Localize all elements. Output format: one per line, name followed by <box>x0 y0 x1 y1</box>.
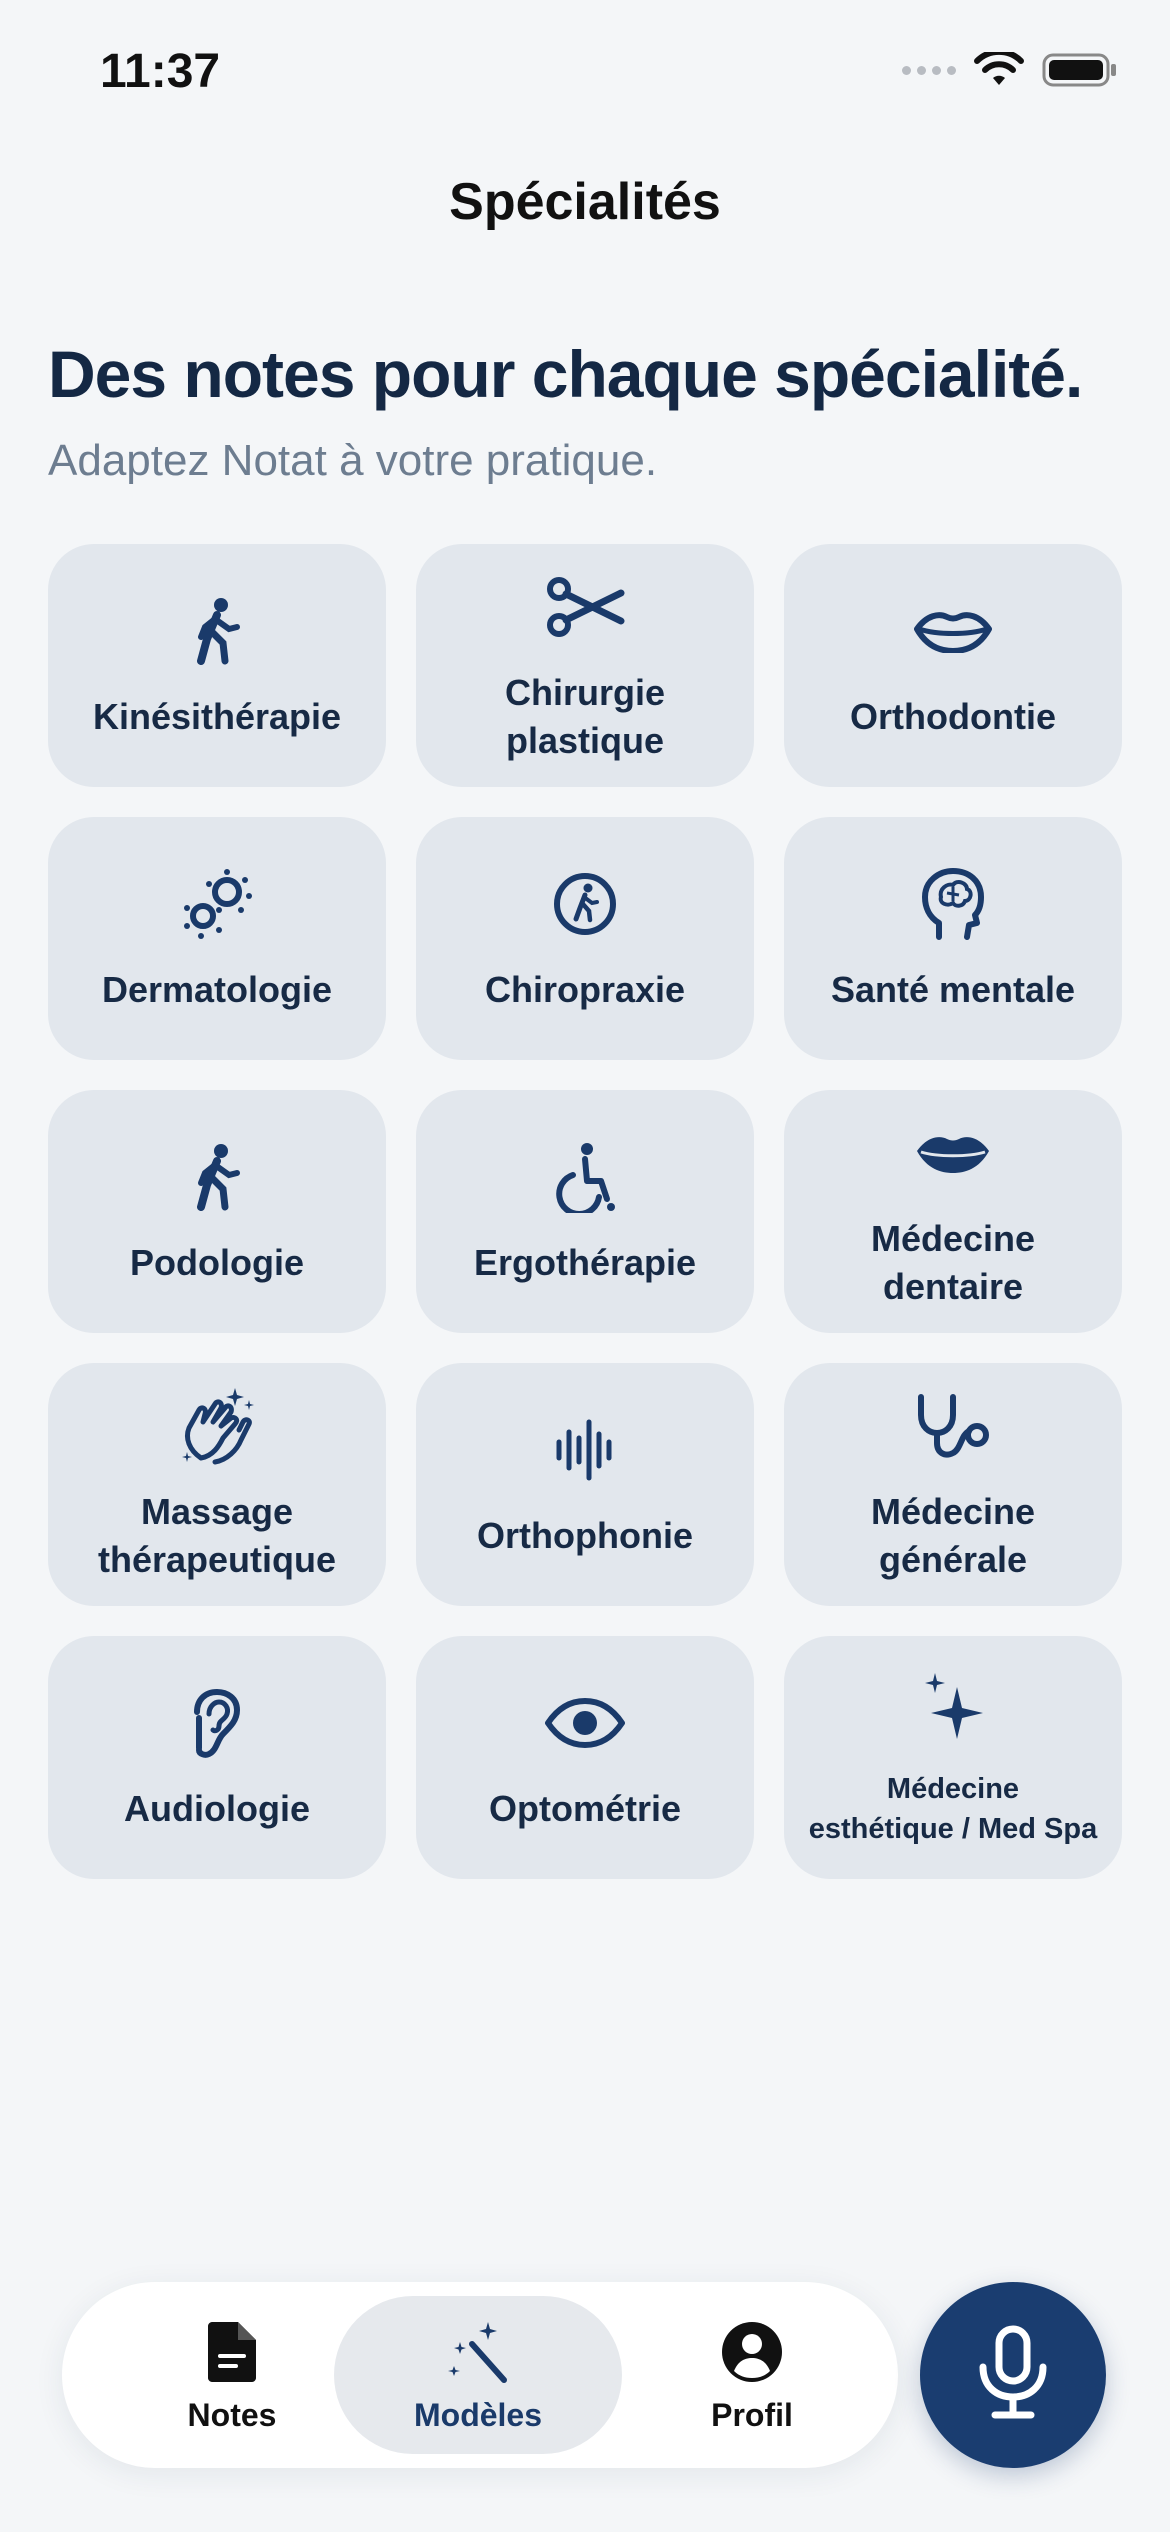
specialty-card-optometrie[interactable]: Optométrie <box>416 1636 754 1879</box>
specialty-label: Chiropraxie <box>484 968 686 1010</box>
lips-outline-icon <box>913 591 993 671</box>
scissors-icon <box>545 567 625 647</box>
specialty-card-orthophonie[interactable]: Orthophonie <box>416 1363 754 1606</box>
specialty-label: Orthodontie <box>850 695 1056 737</box>
document-icon <box>206 2317 258 2387</box>
specialty-label: Massage thérapeutique <box>97 1490 337 1580</box>
status-time: 11:37 <box>100 45 221 98</box>
battery-icon <box>1042 52 1118 88</box>
headline: Des notes pour chaque spécialité. <box>48 337 1083 411</box>
specialty-card-podologie[interactable]: Podologie <box>48 1090 386 1333</box>
walking-person-icon <box>187 591 247 671</box>
brain-head-icon <box>921 864 985 944</box>
specialty-label: Médecine générale <box>870 1490 1036 1580</box>
specialty-card-medecine-generale[interactable]: Médecine générale <box>784 1363 1122 1606</box>
status-bar: 11:37 <box>0 0 1170 150</box>
tab-profil[interactable]: Profil <box>652 2296 852 2454</box>
specialty-card-massage-therapeutique[interactable]: Massage thérapeutique <box>48 1363 386 1606</box>
walking-person-icon <box>187 1137 247 1217</box>
eye-icon <box>544 1683 626 1763</box>
tab-modeles[interactable]: Modèles <box>334 2296 622 2454</box>
cellular-signal-icon <box>902 65 956 75</box>
person-circle-icon <box>721 2317 783 2387</box>
specialty-grid: Kinésithérapie Chirurgie plastique Ortho… <box>48 544 1122 1879</box>
waveform-icon <box>553 1410 617 1490</box>
ear-icon <box>191 1683 243 1763</box>
tab-label: Profil <box>711 2396 793 2433</box>
specialty-label: Médecine dentaire <box>870 1217 1036 1307</box>
specialty-card-sante-mentale[interactable]: Santé mentale <box>784 817 1122 1060</box>
tab-label: Notes <box>187 2396 277 2433</box>
specialty-label: Optométrie <box>488 1787 682 1829</box>
specialty-card-medecine-dentaire[interactable]: Médecine dentaire <box>784 1090 1122 1333</box>
sparkles-icon <box>921 1667 985 1747</box>
specialty-label: Dermatologie <box>101 968 333 1010</box>
specialty-card-dermatologie[interactable]: Dermatologie <box>48 817 386 1060</box>
wheelchair-icon <box>553 1137 617 1217</box>
tab-bar: Notes Modèles Profil <box>62 2282 898 2468</box>
specialty-label: Santé mentale <box>830 968 1076 1010</box>
specialty-card-medecine-esthetique[interactable]: Médecine esthétique / Med Spa <box>784 1636 1122 1879</box>
microphone-icon <box>973 2325 1053 2426</box>
specialty-label: Podologie <box>130 1241 304 1283</box>
specialty-label: Chirurgie plastique <box>504 671 665 761</box>
stethoscope-icon <box>913 1386 993 1466</box>
record-button[interactable] <box>920 2282 1106 2468</box>
wifi-icon <box>974 52 1024 88</box>
specialty-card-audiologie[interactable]: Audiologie <box>48 1636 386 1879</box>
specialty-card-kinesitherapie[interactable]: Kinésithérapie <box>48 544 386 787</box>
specialty-card-ergotherapie[interactable]: Ergothérapie <box>416 1090 754 1333</box>
subheadline: Adaptez Notat à votre pratique. <box>48 436 658 485</box>
lips-filled-icon <box>913 1113 993 1193</box>
status-icons <box>902 52 1118 88</box>
page-title: Spécialités <box>449 173 721 231</box>
specialty-label: Orthophonie <box>477 1514 693 1556</box>
hands-clap-sparkle-icon <box>179 1386 255 1466</box>
specialty-card-orthodontie[interactable]: Orthodontie <box>784 544 1122 787</box>
tab-label: Modèles <box>413 2396 543 2433</box>
specialty-card-chiropraxie[interactable]: Chiropraxie <box>416 817 754 1060</box>
specialty-label: Audiologie <box>124 1787 310 1829</box>
tab-notes[interactable]: Notes <box>132 2296 332 2454</box>
allergens-icon <box>179 864 255 944</box>
figure-walk-circle-icon <box>552 864 618 944</box>
specialty-label: Ergothérapie <box>473 1241 697 1283</box>
specialty-card-chirurgie-plastique[interactable]: Chirurgie plastique <box>416 544 754 787</box>
specialty-label: Médecine esthétique / Med Spa <box>808 1772 1098 1845</box>
specialty-label: Kinésithérapie <box>92 695 342 737</box>
magic-wand-icon <box>446 2317 510 2387</box>
